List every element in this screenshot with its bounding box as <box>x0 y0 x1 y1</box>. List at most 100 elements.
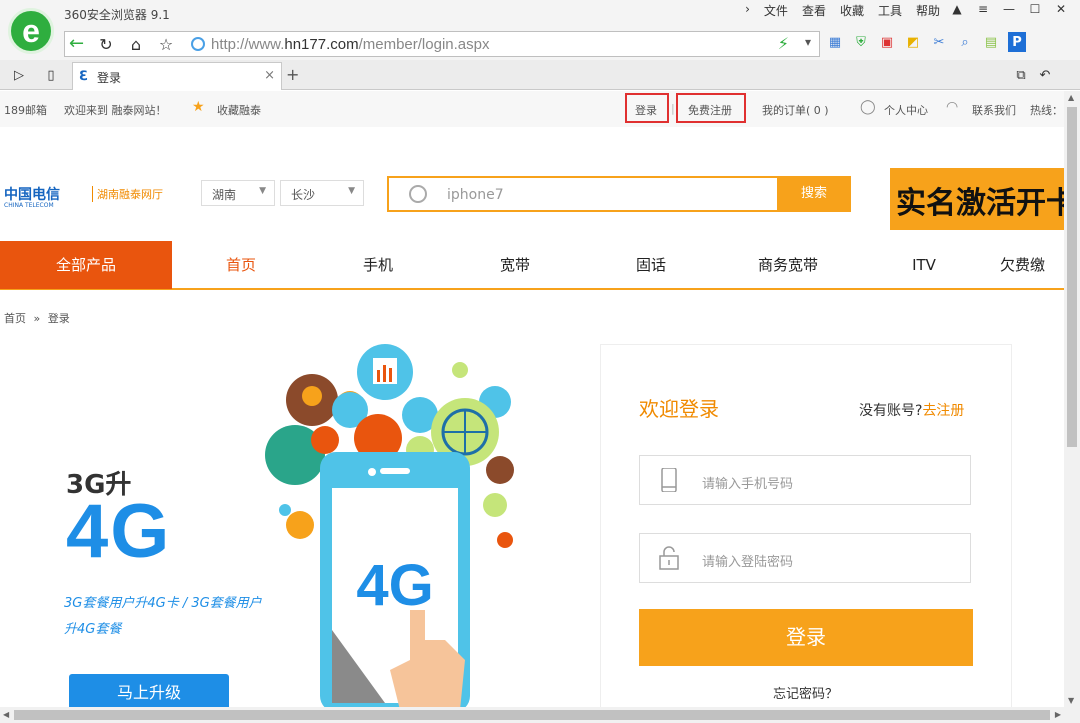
chevron-down-icon: ▼ <box>348 186 355 196</box>
4g-phone-illustration: 4G <box>265 344 514 710</box>
apps-grid-icon[interactable]: ▦ <box>826 32 844 52</box>
no-account-text: 没有账号?去注册 <box>859 403 965 419</box>
back-arrow-icon[interactable]: ← <box>69 34 89 54</box>
scroll-right-icon[interactable]: ▶ <box>1055 710 1061 719</box>
shield-icon[interactable]: ⛨ <box>852 32 870 52</box>
window-controls: ▲ ≡ — ☐ ✕ <box>944 0 1074 18</box>
menu-icon[interactable]: ≡ <box>970 0 996 18</box>
welcome-text: 欢迎来到 融泰网站！ <box>64 104 167 117</box>
maximize-icon[interactable]: ☐ <box>1022 0 1048 18</box>
breadcrumb-home[interactable]: 首页 <box>4 312 26 325</box>
nav-home[interactable]: 首页 <box>181 241 301 289</box>
personal-center-link[interactable]: 个人中心 <box>884 102 928 118</box>
separator: | <box>671 102 675 115</box>
forgot-password-link[interactable]: 忘记密码？ <box>773 683 838 702</box>
app-title: 360安全浏览器 9.1 <box>64 8 170 22</box>
close-window-icon[interactable]: ✕ <box>1048 0 1074 18</box>
tab-title: 登录 <box>97 71 122 85</box>
search-input[interactable]: iphone7 <box>387 176 779 212</box>
telecom-favicon-icon: ℇ <box>79 69 87 84</box>
home-icon[interactable]: ⌂ <box>125 33 147 55</box>
search-icon <box>409 185 427 203</box>
vertical-scrollbar[interactable]: ▲ ▼ <box>1064 91 1080 707</box>
promo-desc-line2: 升4G套餐 <box>64 622 122 637</box>
phone-4g-text: 4G <box>356 553 433 618</box>
menu-file[interactable]: 文件 <box>764 2 788 19</box>
wallet-icon[interactable]: ◩ <box>904 32 922 52</box>
tab-login[interactable]: ℇ 登录 × <box>72 62 282 90</box>
activation-banner[interactable]: 实名激活开卡 <box>890 168 1064 230</box>
scroll-left-icon[interactable]: ◀ <box>3 710 9 719</box>
lock-icon <box>659 546 679 570</box>
pdf-icon[interactable]: ▣ <box>878 32 896 52</box>
browser-menu: › 文件 查看 收藏 工具 帮助 <box>745 2 940 19</box>
nav-all-products[interactable]: 全部产品 <box>0 241 172 289</box>
nav-phone[interactable]: 手机 <box>318 241 438 289</box>
nav-itv[interactable]: ITV <box>864 241 984 289</box>
password-field[interactable]: 请输入登陆密码 <box>639 533 971 583</box>
search-button[interactable]: 搜索 <box>777 176 851 212</box>
nav-business-broadband[interactable]: 商务宽带 <box>728 241 848 289</box>
menu-tools[interactable]: 工具 <box>878 2 902 19</box>
menu-favorites[interactable]: 收藏 <box>840 2 864 19</box>
toolbar-extensions: ▦ ⛨ ▣ ◩ ✂ ⌕ ▤ P <box>826 32 1026 52</box>
login-button[interactable]: 登录 <box>639 609 973 666</box>
browser-toolbar: ← ↻ ⌂ ☆ http://www.hn177.com/member/logi… <box>0 28 1080 60</box>
menu-view[interactable]: 查看 <box>802 2 826 19</box>
new-tab-button[interactable]: + <box>286 65 299 84</box>
undo-close-icon[interactable]: ↶ <box>1034 64 1056 86</box>
skin-icon[interactable]: ▲ <box>944 0 970 18</box>
favorite-link[interactable]: 收藏融泰 <box>217 102 261 118</box>
nav-broadband[interactable]: 宽带 <box>455 241 575 289</box>
sidebar-toggle-icon[interactable]: ▷ <box>8 64 30 86</box>
site-header: 中国电信 CHINA TELECOM 湖南融泰网厅 湖南 ▼ 长沙 ▼ iphone… <box>0 162 1064 230</box>
nav-landline[interactable]: 固话 <box>591 241 711 289</box>
address-bar[interactable]: ← ↻ ⌂ ☆ http://www.hn177.com/member/logi… <box>64 31 820 57</box>
user-icon: ◯ <box>860 99 876 115</box>
promo-desc-line1: 3G套餐用户升4G卡 / 3G套餐用户 <box>64 596 262 611</box>
city-select[interactable]: 长沙 ▼ <box>280 180 364 206</box>
favorite-star-icon: ★ <box>192 99 205 115</box>
scroll-down-icon[interactable]: ▼ <box>1068 696 1074 705</box>
nav-bill-payment[interactable]: 欠费缴 <box>1000 241 1064 289</box>
lightning-icon[interactable]: ⚡ <box>778 34 789 53</box>
breadcrumb-current: 登录 <box>47 312 70 325</box>
site-topbar: 189邮箱 欢迎来到 融泰网站！ ★ 收藏融泰 登录 | 免费注册 我的订单( … <box>0 91 1064 127</box>
hotline-text: 热线： <box>1030 104 1063 117</box>
tab-list-icon[interactable]: ⧉ <box>1010 64 1032 86</box>
main-nav: 全部产品 首页 手机 宽带 固话 商务宽带 ITV 欠费缴 <box>0 241 1064 290</box>
browser-logo-icon: e <box>8 8 54 54</box>
horizontal-scrollbar[interactable]: ◀ ▶ <box>0 707 1080 723</box>
menu-help[interactable]: 帮助 <box>916 2 940 19</box>
zoom-icon[interactable]: ⌕ <box>956 32 974 52</box>
contact-link[interactable]: 联系我们 <box>972 102 1016 118</box>
chevron-down-icon[interactable]: ▾ <box>805 35 811 49</box>
tab-close-icon[interactable]: × <box>264 68 275 83</box>
breadcrumb: 首页 » 登录 <box>4 312 70 325</box>
globe-icon <box>191 37 205 51</box>
notes-icon[interactable]: ▤ <box>982 32 1000 52</box>
horizontal-scroll-thumb[interactable] <box>14 710 1050 720</box>
register-link[interactable]: 免费注册 <box>688 102 732 118</box>
phone-number-field[interactable]: 请输入手机号码 <box>639 455 971 505</box>
star-icon[interactable]: ☆ <box>155 33 177 55</box>
mail-link[interactable]: 189邮箱 <box>4 102 47 118</box>
p-extension-icon[interactable]: P <box>1008 32 1026 52</box>
refresh-icon[interactable]: ↻ <box>95 33 117 55</box>
screenshot-icon[interactable]: ✂ <box>930 32 948 52</box>
login-link[interactable]: 登录 <box>635 102 657 118</box>
orders-link[interactable]: 我的订单( 0 ) <box>762 102 829 118</box>
login-title: 欢迎登录 <box>639 397 719 421</box>
hall-name: 湖南融泰网厅 <box>92 186 163 202</box>
china-telecom-logo[interactable]: 中国电信 <box>4 184 60 204</box>
phone-icon[interactable]: ▯ <box>40 64 62 86</box>
chevron-down-icon: ▼ <box>259 186 266 196</box>
minimize-icon[interactable]: — <box>996 0 1022 18</box>
vertical-scroll-thumb[interactable] <box>1067 107 1077 447</box>
go-register-link[interactable]: 去注册 <box>922 403 964 419</box>
scroll-up-icon[interactable]: ▲ <box>1068 93 1074 102</box>
province-select[interactable]: 湖南 ▼ <box>201 180 275 206</box>
mobile-phone-icon <box>661 468 677 492</box>
menu-chevron-icon[interactable]: › <box>745 2 750 19</box>
url-text[interactable]: http://www.hn177.com/member/login.aspx <box>211 36 489 53</box>
